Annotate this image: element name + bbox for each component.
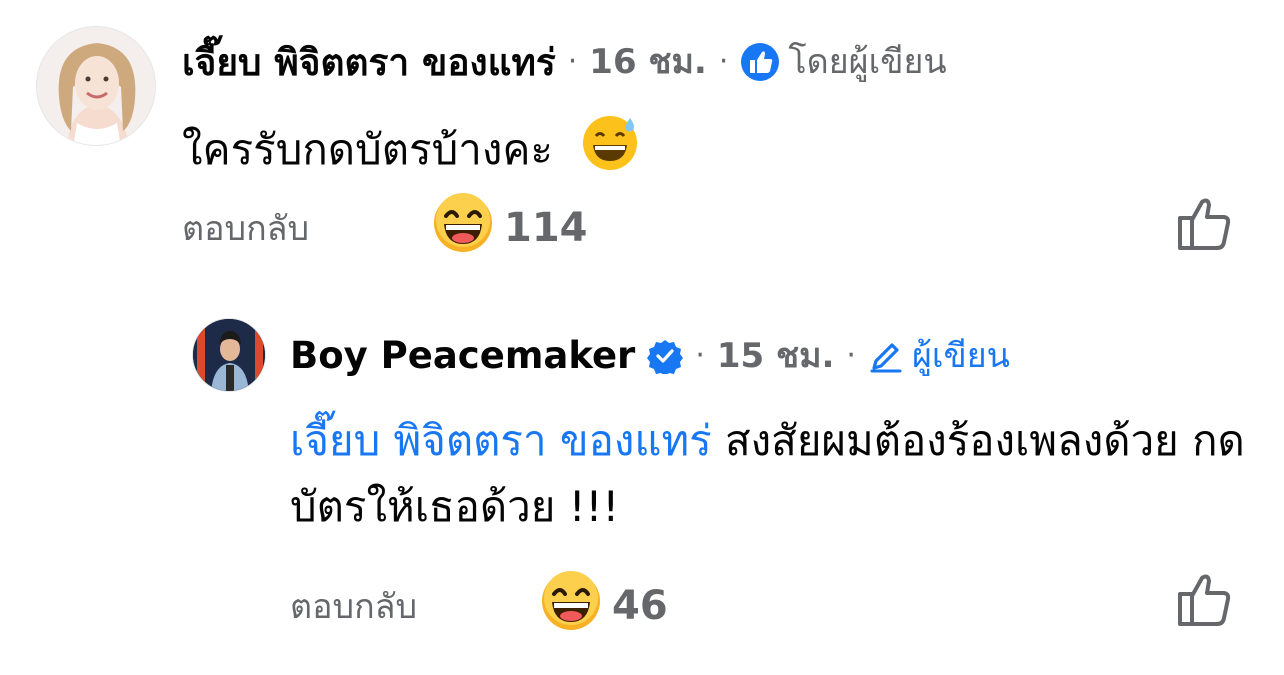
reaction-summary[interactable]: 46 (540, 570, 668, 641)
like-button[interactable] (1174, 192, 1236, 258)
author-name[interactable]: Boy Peacemaker (290, 337, 635, 374)
thumbs-up-icon (1174, 198, 1236, 258)
reply-button[interactable]: ตอบกลับ (290, 579, 540, 633)
comment-header: Boy Peacemaker · 15 ชม. · ผู้เขียน (290, 337, 1010, 374)
author-like-badge: โดยผู้เขียน (740, 42, 947, 82)
role-label: โดยผู้เขียน (788, 42, 947, 82)
reaction-count: 46 (612, 582, 668, 629)
comment-header: เจี๊ยบ พิจิตตรา ของแทร่ · 16 ชม. · โดยผู… (182, 42, 947, 82)
verified-badge-icon (647, 338, 684, 374)
pencil-icon (868, 338, 904, 374)
separator-dot: · (846, 337, 856, 373)
reaction-count: 114 (504, 204, 588, 251)
comment-actions: ตอบกลับ 46 (290, 570, 668, 641)
comment-actions: ตอบกลับ 114 (182, 192, 588, 263)
mention-link[interactable]: เจี๊ยบ พิจิตตรา ของแทร่ (290, 416, 712, 465)
avatar[interactable] (36, 26, 156, 146)
timestamp[interactable]: 15 ชม. (717, 339, 835, 373)
like-button[interactable] (1174, 568, 1236, 634)
comment-2-reply: Boy Peacemaker · 15 ชม. · ผู้เขียน เจี๊ย… (0, 300, 1284, 675)
separator-dot: · (718, 44, 729, 79)
author-badge: ผู้เขียน (868, 338, 1010, 374)
avatar[interactable] (192, 318, 266, 392)
comment-1: เจี๊ยบ พิจิตตรา ของแทร่ · 16 ชม. · โดยผู… (0, 0, 1284, 280)
comment-text: เจี๊ยบ พิจิตตรา ของแทร่ สงสัยผมต้องร้องเ… (290, 408, 1250, 540)
separator-dot: · (567, 44, 578, 79)
comment-body: ใครรับกดบัตรบ้างคะ (182, 125, 553, 174)
reply-button[interactable]: ตอบกลับ (182, 201, 432, 255)
reaction-summary[interactable]: 114 (432, 192, 588, 263)
laughing-emoji-icon (540, 570, 602, 641)
author-name[interactable]: เจี๊ยบ พิจิตตรา ของแทร่ (182, 44, 556, 81)
laughing-emoji-icon (432, 192, 494, 263)
role-label: ผู้เขียน (911, 335, 1010, 376)
thumbs-up-icon (1174, 574, 1236, 634)
grinning-sweat-emoji-icon (580, 112, 640, 191)
thumbs-up-circle-icon (740, 42, 780, 82)
timestamp[interactable]: 16 ชม. (589, 45, 707, 79)
comment-text: ใครรับกดบัตรบ้างคะ (182, 112, 1182, 191)
separator-dot: · (695, 337, 705, 373)
